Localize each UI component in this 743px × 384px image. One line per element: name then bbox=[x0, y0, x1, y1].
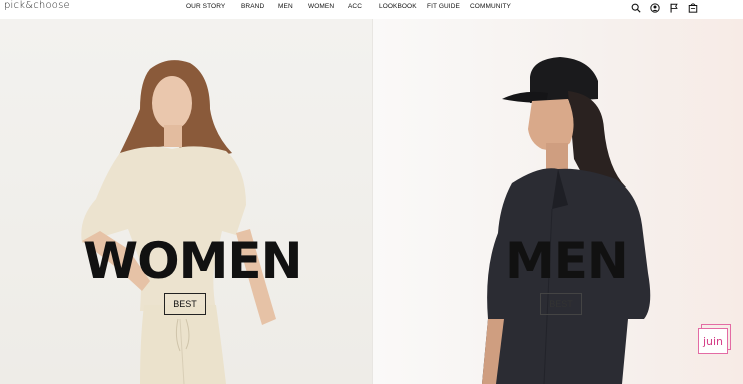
nav-item-men[interactable]: MEN bbox=[278, 3, 308, 11]
men-title[interactable]: MEN bbox=[505, 235, 629, 287]
women-model-photo bbox=[81, 60, 276, 384]
site-header: pick&choose OUR STORY BRAND MEN WOMEN AC… bbox=[0, 0, 743, 19]
women-title[interactable]: WOMEN bbox=[83, 235, 302, 287]
nav-item-brand[interactable]: BRAND bbox=[241, 3, 278, 11]
nav-item-women[interactable]: WOMEN bbox=[308, 3, 348, 11]
men-panel[interactable]: MEN BEST bbox=[372, 19, 743, 384]
header-icons bbox=[631, 3, 698, 13]
main-nav: OUR STORY BRAND MEN WOMEN ACC LOOKBOOK F… bbox=[186, 3, 520, 11]
men-model-photo bbox=[482, 57, 651, 384]
nav-item-fit-guide[interactable]: FIT GUIDE bbox=[427, 3, 470, 11]
nav-item-our-story[interactable]: OUR STORY bbox=[186, 3, 241, 11]
women-best-button[interactable]: BEST bbox=[164, 293, 206, 315]
nav-item-lookbook[interactable]: LOOKBOOK bbox=[379, 3, 427, 11]
men-best-button[interactable]: BEST bbox=[540, 293, 582, 315]
search-icon[interactable] bbox=[631, 3, 641, 13]
nav-item-community[interactable]: COMMUNITY bbox=[470, 3, 520, 11]
user-icon[interactable] bbox=[650, 3, 660, 13]
women-panel[interactable]: WOMEN BEST bbox=[0, 19, 372, 384]
brand-logo[interactable]: pick&choose bbox=[4, 0, 70, 12]
cart-icon[interactable] bbox=[688, 3, 698, 13]
nav-item-acc[interactable]: ACC bbox=[348, 3, 379, 11]
chat-widget-button[interactable]: juin bbox=[698, 324, 731, 354]
chat-widget-label: juin bbox=[702, 334, 724, 348]
flag-icon[interactable] bbox=[669, 3, 679, 13]
panel-divider bbox=[372, 19, 373, 384]
chat-widget-badge: juin bbox=[698, 328, 728, 354]
